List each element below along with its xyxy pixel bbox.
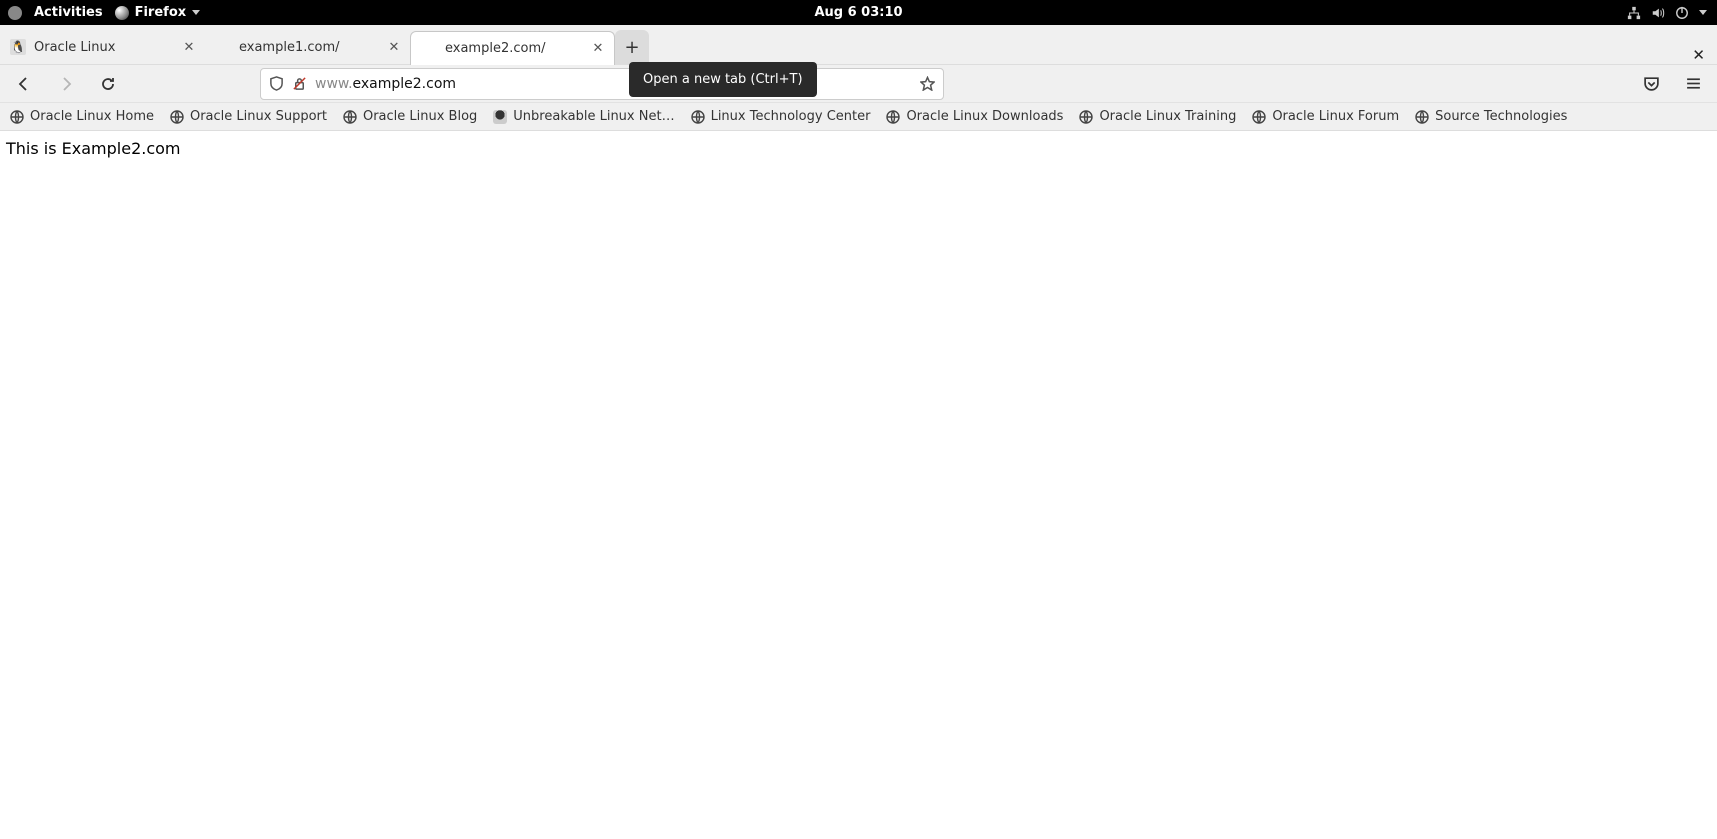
- globe-icon: [691, 110, 705, 124]
- not-secure-icon[interactable]: [292, 76, 307, 91]
- power-icon[interactable]: [1675, 6, 1689, 20]
- tab-strip: Oracle Linux ✕ example1.com/ ✕ example2.…: [0, 25, 1717, 65]
- url-host: example2.com: [353, 76, 457, 92]
- bookmark-item[interactable]: Oracle Linux Forum: [1252, 109, 1399, 124]
- gnome-topbar: Activities Firefox Aug 6 03:10: [0, 0, 1717, 25]
- system-menu-caret-icon[interactable]: [1699, 10, 1707, 15]
- forward-button[interactable]: [52, 70, 80, 98]
- close-tab-button[interactable]: ✕: [386, 39, 402, 55]
- globe-icon: [10, 110, 24, 124]
- page-content: This is Example2.com: [0, 131, 1717, 166]
- reload-button[interactable]: [94, 70, 122, 98]
- tux-icon: [493, 110, 507, 124]
- tab-title: Oracle Linux: [34, 40, 173, 55]
- activities-icon: [8, 6, 22, 20]
- bookmarks-toolbar: Oracle Linux Home Oracle Linux Support O…: [0, 103, 1717, 131]
- bookmark-item[interactable]: Oracle Linux Support: [170, 109, 327, 124]
- app-menu-button[interactable]: [1679, 70, 1707, 98]
- bookmark-label: Oracle Linux Blog: [363, 109, 477, 124]
- globe-icon: [1079, 110, 1093, 124]
- bookmark-item[interactable]: Oracle Linux Training: [1079, 109, 1236, 124]
- firefox-icon: [115, 6, 129, 20]
- new-tab-tooltip: Open a new tab (Ctrl+T): [629, 62, 817, 97]
- bookmark-label: Source Technologies: [1435, 109, 1567, 124]
- back-button[interactable]: [10, 70, 38, 98]
- url-text: www.example2.com: [315, 76, 456, 92]
- volume-icon[interactable]: [1651, 6, 1665, 20]
- tab-example2[interactable]: example2.com/ ✕: [410, 31, 615, 65]
- close-tab-button[interactable]: ✕: [181, 39, 197, 55]
- close-tab-button[interactable]: ✕: [590, 41, 606, 57]
- activities-button[interactable]: Activities: [34, 5, 103, 20]
- bookmark-label: Oracle Linux Forum: [1272, 109, 1399, 124]
- tab-example1[interactable]: example1.com/ ✕: [205, 30, 410, 64]
- url-bar[interactable]: www.example2.com: [260, 68, 944, 100]
- tab-oracle-linux[interactable]: Oracle Linux ✕: [0, 30, 205, 64]
- tab-title: example2.com/: [445, 41, 582, 56]
- tab-favicon-icon: [421, 41, 437, 57]
- current-app[interactable]: Firefox: [115, 5, 201, 20]
- bookmark-item[interactable]: Oracle Linux Home: [10, 109, 154, 124]
- bookmark-label: Unbreakable Linux Net…: [513, 109, 674, 124]
- shield-icon[interactable]: [269, 76, 284, 91]
- bookmark-label: Oracle Linux Support: [190, 109, 327, 124]
- bookmark-item[interactable]: Source Technologies: [1415, 109, 1567, 124]
- bookmark-label: Oracle Linux Training: [1099, 109, 1236, 124]
- bookmark-item[interactable]: Oracle Linux Downloads: [886, 109, 1063, 124]
- window-close-button[interactable]: ✕: [1680, 46, 1717, 64]
- bookmark-item[interactable]: Oracle Linux Blog: [343, 109, 477, 124]
- bookmark-label: Linux Technology Center: [711, 109, 871, 124]
- globe-icon: [886, 110, 900, 124]
- clock[interactable]: Aug 6 03:10: [814, 5, 902, 20]
- bookmark-item[interactable]: Unbreakable Linux Net…: [493, 109, 674, 124]
- bookmark-label: Oracle Linux Home: [30, 109, 154, 124]
- network-icon[interactable]: [1627, 6, 1641, 20]
- tab-favicon-icon: [215, 39, 231, 55]
- chevron-down-icon: [192, 10, 200, 15]
- globe-icon: [1415, 110, 1429, 124]
- globe-icon: [343, 110, 357, 124]
- tab-title: example1.com/: [239, 40, 378, 55]
- globe-icon: [170, 110, 184, 124]
- bookmark-item[interactable]: Linux Technology Center: [691, 109, 871, 124]
- current-app-label: Firefox: [135, 5, 187, 20]
- tab-favicon-icon: [10, 39, 26, 55]
- bookmark-label: Oracle Linux Downloads: [906, 109, 1063, 124]
- bookmark-star-icon[interactable]: [920, 76, 935, 91]
- globe-icon: [1252, 110, 1266, 124]
- pocket-button[interactable]: [1637, 70, 1665, 98]
- url-prefix: www.: [315, 76, 353, 92]
- nav-toolbar: www.example2.com: [0, 65, 1717, 103]
- new-tab-button[interactable]: +: [615, 30, 649, 64]
- page-body-text: This is Example2.com: [6, 139, 181, 158]
